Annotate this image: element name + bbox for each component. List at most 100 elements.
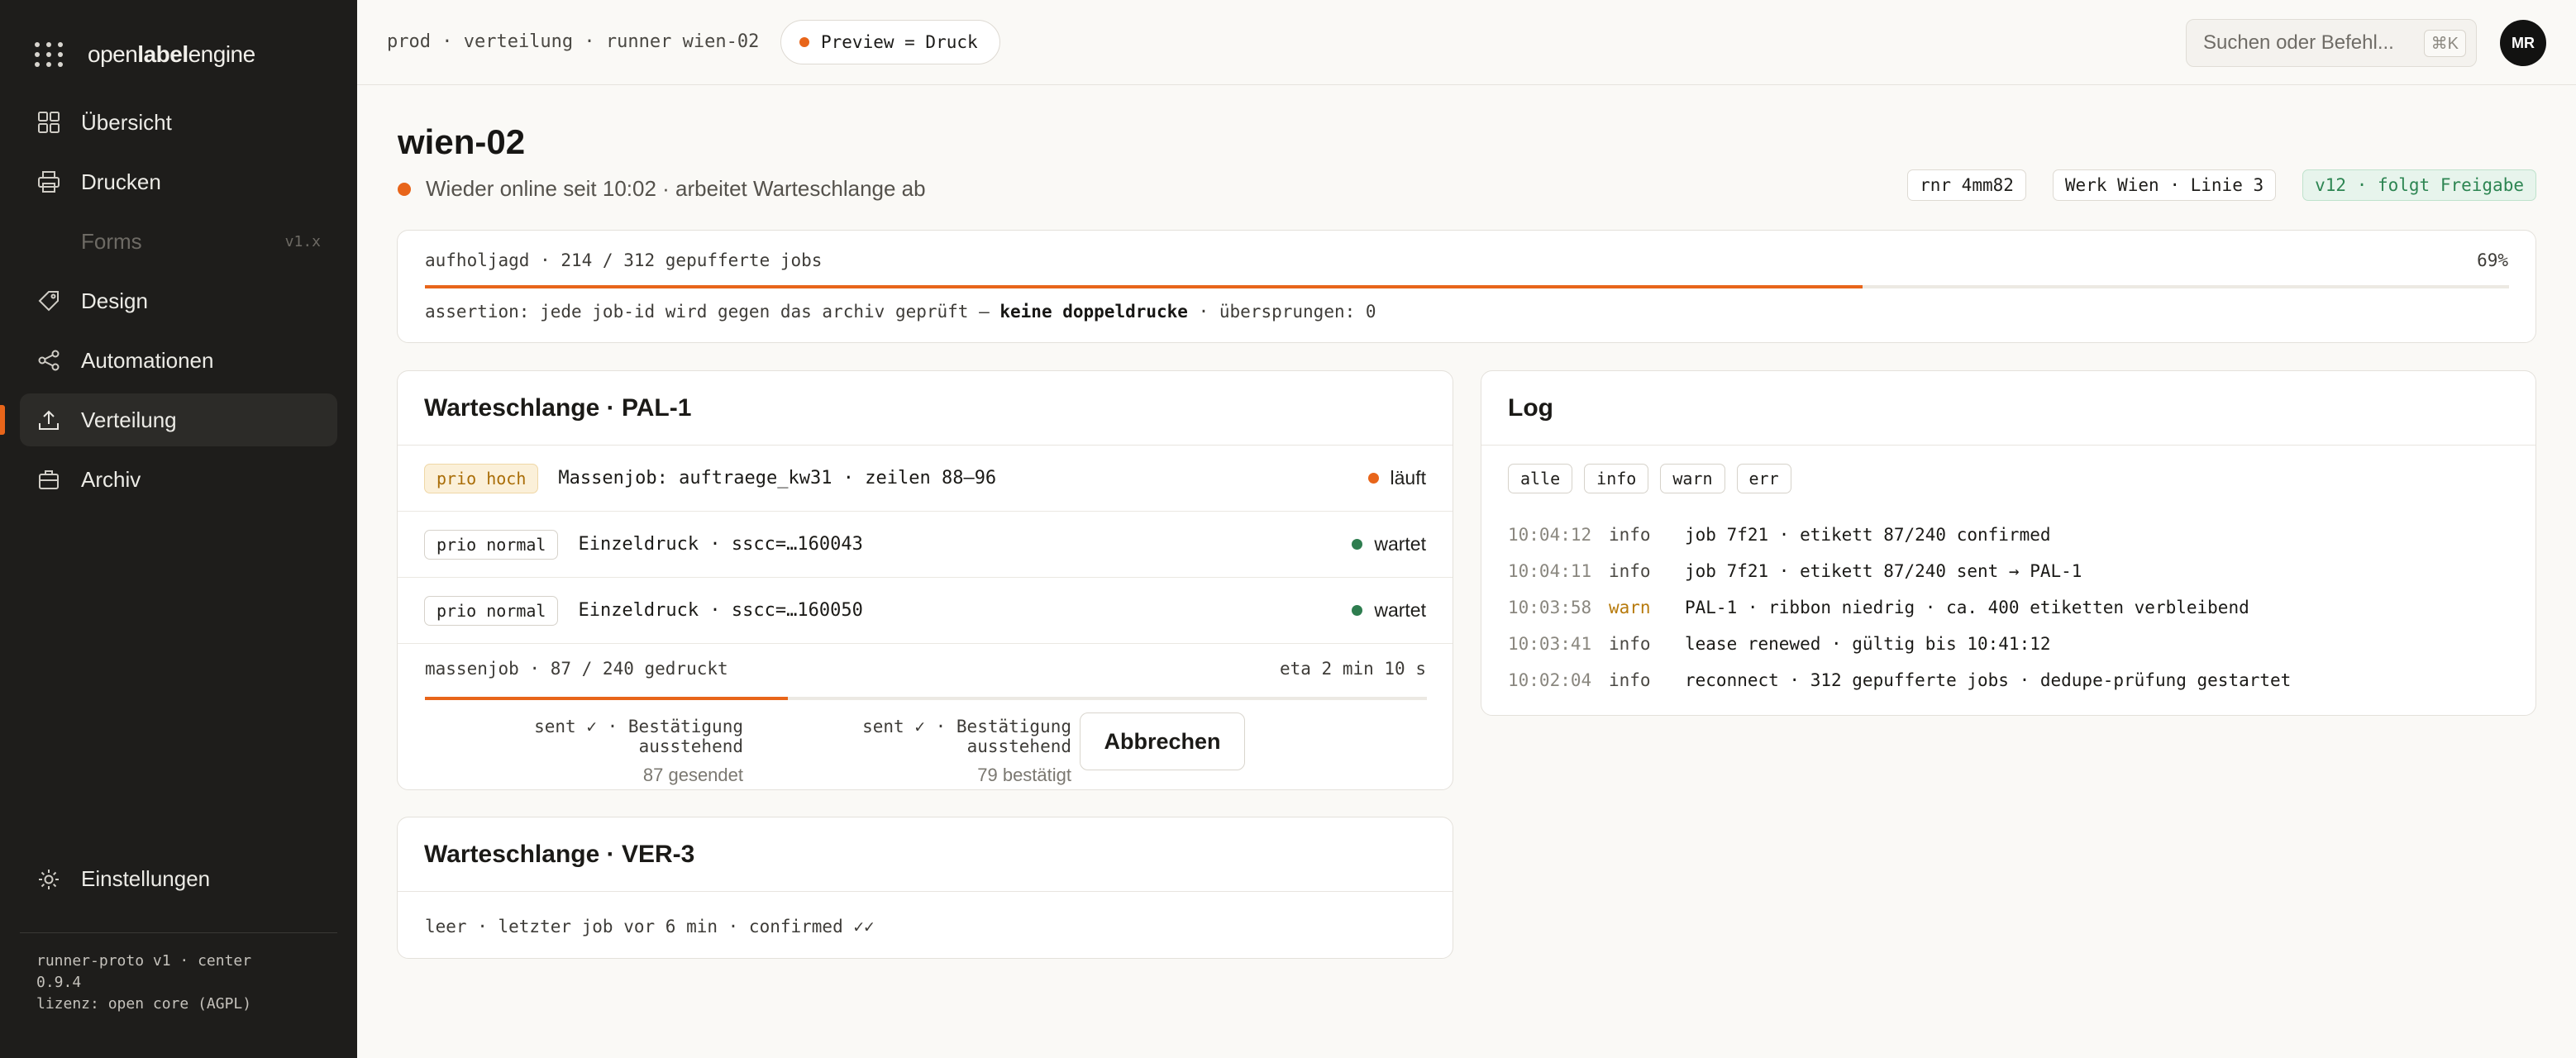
sidebar-item-einstellungen[interactable]: Einstellungen — [36, 866, 210, 892]
job-status-label: wartet — [1374, 533, 1426, 555]
printer-icon — [36, 169, 61, 194]
catchup-percent: 69% — [2477, 250, 2508, 270]
preview-mode-pill[interactable]: Preview = Druck — [780, 20, 1000, 64]
log-time: 10:04:12 — [1508, 525, 1592, 545]
job-status-label: läuft — [1390, 467, 1426, 488]
filter-info[interactable]: info — [1584, 464, 1649, 493]
status-dot-icon — [398, 182, 411, 196]
job-status: wartet — [1352, 599, 1426, 622]
job-status: läuft — [1367, 467, 1426, 489]
log-lines: 10:04:12 info job 7f21 · etikett 87/240 … — [1508, 517, 2291, 698]
sent-stat-value: 87 gesendet — [642, 765, 743, 785]
document-icon — [36, 229, 61, 254]
priority-badge: prio normal — [424, 595, 559, 626]
queue-row[interactable]: prio normal Einzeldruck · sscc=…160043 w… — [398, 512, 1453, 578]
version-tag: v12 · folgt Freigabe — [2302, 169, 2536, 201]
log-time: 10:04:11 — [1508, 561, 1592, 581]
log-line: 10:02:04 info reconnect · 312 gepufferte… — [1508, 662, 2291, 698]
sidebar-item-label: Archiv — [81, 466, 141, 492]
footer-line: 0.9.4 — [36, 974, 82, 991]
confirmed-stat-value: 79 bestätigt — [977, 765, 1071, 785]
logo-text: openlabelengine — [88, 41, 255, 67]
log-card: Log alle info warn err 10:04:12 info job… — [1481, 370, 2536, 716]
sidebar-item-verteilung[interactable]: Verteilung — [0, 393, 337, 446]
massjob-eta: eta 2 min 10 s — [1279, 659, 1426, 679]
settings-label: Einstellungen — [81, 866, 211, 891]
status-dot-icon — [1352, 605, 1363, 616]
status-dot-icon — [799, 37, 809, 47]
footer-line: runner-proto v1 · center — [36, 952, 252, 970]
abort-button[interactable]: Abbrechen — [1080, 712, 1245, 770]
priority-badge: prio normal — [424, 529, 559, 560]
shortcut-hint: ⌘K — [2423, 29, 2466, 57]
log-line: 10:04:11 info job 7f21 · etikett 87/240 … — [1508, 553, 2291, 589]
runner-tags: rnr 4mm82 Werk Wien · Linie 3 v12 · folg… — [1907, 169, 2536, 201]
log-filters: alle info warn err — [1508, 464, 1791, 493]
status-dot-icon — [1367, 473, 1379, 484]
queue-card-ver3: Warteschlange · VER-3 leer · letzter job… — [397, 817, 1453, 959]
log-time: 10:03:41 — [1508, 634, 1592, 654]
runner-id-tag: rnr 4mm82 — [1907, 169, 2026, 201]
massjob-progress-fill — [425, 697, 789, 700]
queue-row[interactable]: prio normal Einzeldruck · sscc=…160050 w… — [398, 578, 1453, 644]
sidebar-item-label: Drucken — [81, 169, 161, 194]
sidebar: openlabelengine Übersicht Drucken Forms … — [0, 0, 357, 1058]
log-level: info — [1609, 525, 1651, 545]
catchup-header: aufholjagd · 214 / 312 gepufferte jobs 6… — [425, 250, 2508, 270]
search-placeholder: Suchen oder Befehl... — [2203, 31, 2394, 54]
sidebar-item-label: Forms — [81, 228, 142, 254]
job-description: Einzeldruck · sscc=…160043 — [578, 534, 863, 555]
massjob-progress-bar — [425, 697, 1427, 700]
runner-status: Wieder online seit 10:02 · arbeitet Wart… — [398, 176, 926, 202]
log-time: 10:03:58 — [1508, 598, 1592, 617]
job-status: wartet — [1352, 533, 1426, 555]
queue-title: Warteschlange · PAL-1 — [398, 371, 1453, 446]
sent-stat: sent ✓ · Bestätigung ausstehend 87 gesen… — [425, 717, 743, 786]
breadcrumb[interactable]: prod · verteilung · runner wien-02 — [387, 31, 759, 52]
version-badge: v1.x — [284, 232, 321, 250]
sidebar-item-design[interactable]: Design — [20, 274, 337, 327]
sidebar-item-uebersicht[interactable]: Übersicht — [20, 96, 337, 149]
confirmed-stat: sent ✓ · Bestätigung ausstehend 79 bestä… — [753, 717, 1071, 786]
sidebar-item-label: Design — [81, 288, 148, 313]
filter-err[interactable]: err — [1736, 464, 1791, 493]
topbar: prod · verteilung · runner wien-02 Previ… — [357, 0, 2576, 85]
filter-warn[interactable]: warn — [1660, 464, 1725, 493]
sidebar-item-archiv[interactable]: Archiv — [20, 453, 337, 506]
log-line: 10:03:41 info lease renewed · gültig bis… — [1508, 626, 2291, 662]
footer-line: lizenz: open core (AGPL) — [36, 995, 252, 1013]
status-dot-icon — [1352, 539, 1363, 550]
catchup-card: aufholjagd · 214 / 312 gepufferte jobs 6… — [397, 230, 2536, 343]
massjob-label: massenjob · 87 / 240 gedruckt — [425, 659, 728, 679]
catchup-label: aufholjagd · 214 / 312 gepufferte jobs — [425, 250, 823, 270]
sidebar-item-label: Übersicht — [81, 109, 172, 135]
search-input[interactable]: Suchen oder Befehl... ⌘K — [2186, 19, 2477, 67]
log-level: info — [1609, 670, 1651, 690]
sidebar-item-drucken[interactable]: Drucken — [20, 155, 337, 208]
sent-stat-label: sent ✓ · Bestätigung ausstehend — [534, 717, 743, 756]
logo[interactable]: openlabelengine — [35, 36, 255, 73]
avatar[interactable]: MR — [2500, 20, 2546, 66]
filter-alle[interactable]: alle — [1508, 464, 1573, 493]
catchup-progress-fill — [425, 285, 1863, 288]
tag-icon — [36, 288, 61, 313]
share-nodes-icon — [36, 348, 61, 373]
log-level: info — [1609, 634, 1651, 654]
preview-mode-label: Preview = Druck — [821, 32, 978, 52]
sidebar-item-label: Verteilung — [81, 407, 177, 432]
queue-empty-text: leer · letzter job vor 6 min · confirmed… — [425, 917, 875, 936]
log-title: Log — [1481, 371, 2535, 446]
log-level: info — [1609, 561, 1651, 581]
log-message: job 7f21 · etikett 87/240 sent → PAL-1 — [1685, 561, 2082, 581]
assertion-text: assertion: jede job-id wird gegen das ar… — [425, 302, 1376, 322]
log-time: 10:02:04 — [1508, 670, 1592, 690]
sidebar-nav: Übersicht Drucken Forms v1.x Design Auto… — [0, 96, 337, 512]
sun-gear-icon — [36, 867, 61, 892]
sidebar-item-automationen[interactable]: Automationen — [20, 334, 337, 387]
log-line: 10:03:58 warn PAL-1 · ribbon niedrig · c… — [1508, 589, 2291, 626]
briefcase-icon — [36, 467, 61, 492]
sidebar-item-forms[interactable]: Forms v1.x — [20, 215, 337, 268]
log-message: PAL-1 · ribbon niedrig · ca. 400 etikett… — [1685, 598, 2249, 617]
queue-row[interactable]: prio hoch Massenjob: auftraege_kw31 · ze… — [398, 446, 1453, 512]
job-description: Massenjob: auftraege_kw31 · zeilen 88–96 — [558, 468, 997, 488]
